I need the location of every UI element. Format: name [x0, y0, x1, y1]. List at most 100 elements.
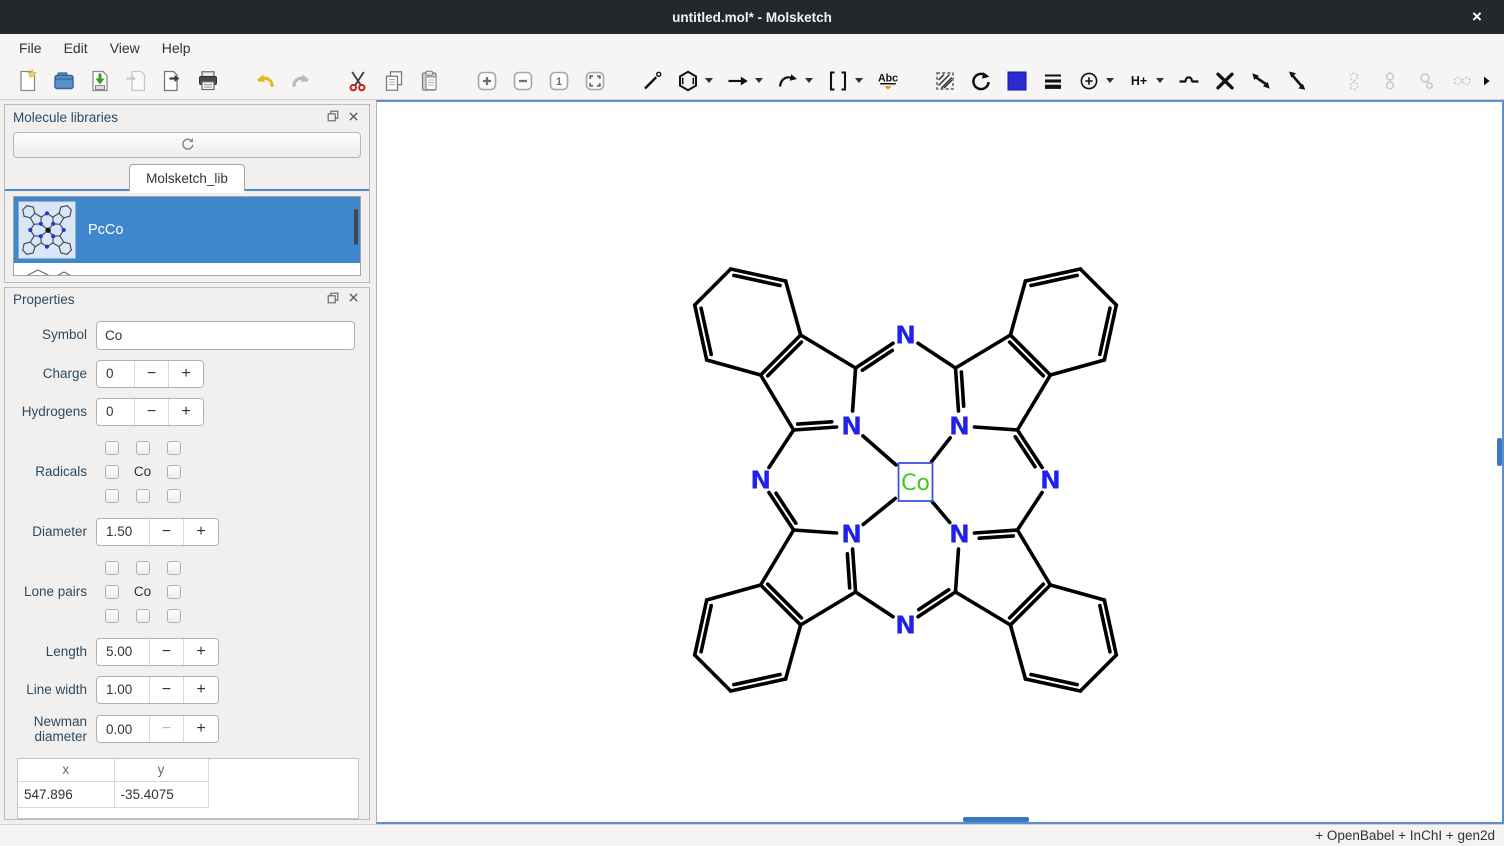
- float-properties-button[interactable]: [323, 290, 343, 308]
- lone-pair-checkbox[interactable]: [105, 609, 119, 623]
- lone-pair-button[interactable]: [1175, 67, 1202, 94]
- new-document-button[interactable]: [14, 67, 41, 94]
- drawing-canvas[interactable]: Co N N N N N N N N: [376, 100, 1504, 824]
- menu-view[interactable]: View: [99, 36, 151, 60]
- close-panel-button[interactable]: [343, 109, 363, 127]
- library-item-pcco[interactable]: PcCo: [14, 197, 360, 263]
- nitrogen-atom-label[interactable]: N: [895, 320, 916, 349]
- charge-button[interactable]: [1075, 67, 1102, 94]
- library-list[interactable]: PcCo: [13, 196, 361, 276]
- nitrogen-atom-label[interactable]: N: [895, 610, 916, 639]
- coord-y-cell[interactable]: -35.4075: [114, 782, 208, 808]
- menu-edit[interactable]: Edit: [53, 36, 99, 60]
- lone-pair-checkbox[interactable]: [136, 609, 150, 623]
- menu-file[interactable]: File: [8, 36, 53, 60]
- zoom-original-button[interactable]: 1: [545, 67, 572, 94]
- bracket-button[interactable]: [824, 67, 851, 94]
- hydrogens-value[interactable]: 0: [97, 399, 135, 425]
- cobalt-atom-label[interactable]: Co: [901, 471, 930, 496]
- hydrogen-button[interactable]: H+: [1125, 67, 1152, 94]
- flip-vertical-button[interactable]: [1283, 67, 1310, 94]
- radical-checkbox[interactable]: [136, 441, 150, 455]
- nitrogen-atom-label[interactable]: N: [949, 411, 970, 440]
- length-increment-button[interactable]: +: [184, 639, 218, 665]
- reaction-arrow-button[interactable]: [724, 67, 751, 94]
- draw-ring-dropdown[interactable]: [702, 67, 715, 94]
- close-window-button[interactable]: ×: [1460, 0, 1494, 34]
- length-decrement-button[interactable]: −: [150, 639, 184, 665]
- zoom-in-button[interactable]: [473, 67, 500, 94]
- newman-diameter-increment-button[interactable]: +: [184, 716, 218, 742]
- line-width-decrement-button[interactable]: −: [150, 677, 184, 703]
- zoom-out-button[interactable]: [509, 67, 536, 94]
- charge-decrement-button[interactable]: −: [135, 361, 169, 387]
- radical-checkbox[interactable]: [167, 441, 181, 455]
- hydrogens-decrement-button[interactable]: −: [135, 399, 169, 425]
- mechanism-arrow-button[interactable]: [774, 67, 801, 94]
- radical-checkbox[interactable]: [105, 465, 119, 479]
- close-properties-button[interactable]: [343, 290, 363, 308]
- print-button[interactable]: [194, 67, 221, 94]
- charge-dropdown[interactable]: [1103, 67, 1116, 94]
- menu-help[interactable]: Help: [151, 36, 202, 60]
- symbol-input[interactable]: [96, 321, 355, 350]
- lone-pair-checkbox[interactable]: [167, 585, 181, 599]
- nitrogen-atom-label[interactable]: N: [1040, 465, 1061, 494]
- flip-horizontal-button[interactable]: [1247, 67, 1274, 94]
- cut-button[interactable]: [344, 67, 371, 94]
- copy-button[interactable]: [380, 67, 407, 94]
- refresh-libraries-button[interactable]: [13, 132, 361, 158]
- charge-value[interactable]: 0: [97, 361, 135, 387]
- coord-x-cell[interactable]: 547.896: [18, 782, 114, 808]
- radical-checkbox[interactable]: [105, 489, 119, 503]
- rotate-button[interactable]: [967, 67, 994, 94]
- paste-button[interactable]: [416, 67, 443, 94]
- length-value[interactable]: 5.00: [97, 639, 150, 665]
- diameter-increment-button[interactable]: +: [184, 519, 218, 545]
- lone-pair-checkbox[interactable]: [105, 561, 119, 575]
- bracket-dropdown[interactable]: [852, 67, 865, 94]
- radical-checkbox[interactable]: [105, 441, 119, 455]
- float-panel-button[interactable]: [323, 109, 343, 127]
- nitrogen-atom-label[interactable]: N: [750, 465, 771, 494]
- zoom-fit-button[interactable]: [581, 67, 608, 94]
- nitrogen-atom-label[interactable]: N: [841, 411, 862, 440]
- nitrogen-atom-label[interactable]: N: [949, 519, 970, 548]
- diameter-value[interactable]: 1.50: [97, 519, 150, 545]
- redo-button[interactable]: [287, 67, 314, 94]
- hydrogen-dropdown[interactable]: [1153, 67, 1166, 94]
- draw-ring-button[interactable]: [674, 67, 701, 94]
- line-width-increment-button[interactable]: +: [184, 677, 218, 703]
- lone-pair-checkbox[interactable]: [136, 561, 150, 575]
- canvas-horizontal-scrollbar[interactable]: [963, 817, 1029, 822]
- diameter-decrement-button[interactable]: −: [150, 519, 184, 545]
- canvas-vertical-scrollbar[interactable]: [1497, 438, 1502, 466]
- lone-pair-checkbox[interactable]: [105, 585, 119, 599]
- tab-molsketch-lib[interactable]: Molsketch_lib: [129, 164, 245, 191]
- hydrogens-increment-button[interactable]: +: [169, 399, 203, 425]
- delete-button[interactable]: [1211, 67, 1238, 94]
- nitrogen-atom-label[interactable]: N: [841, 519, 862, 548]
- line-width-value[interactable]: 1.00: [97, 677, 150, 703]
- radical-checkbox[interactable]: [167, 465, 181, 479]
- radical-checkbox[interactable]: [167, 489, 181, 503]
- hatch-selection-button[interactable]: [931, 67, 958, 94]
- save-button[interactable]: [86, 67, 113, 94]
- toolbar-overflow-button[interactable]: [1476, 68, 1496, 94]
- line-width-button[interactable]: [1039, 67, 1066, 94]
- newman-diameter-value[interactable]: 0.00: [97, 716, 150, 742]
- molecule-pcco[interactable]: Co N N N N N N N N: [377, 102, 1502, 822]
- lone-pair-checkbox[interactable]: [167, 609, 181, 623]
- export-button[interactable]: [158, 67, 185, 94]
- open-folder-button[interactable]: [50, 67, 77, 94]
- charge-increment-button[interactable]: +: [169, 361, 203, 387]
- color-swatch-button[interactable]: [1003, 67, 1030, 94]
- radical-checkbox[interactable]: [136, 489, 150, 503]
- mechanism-arrow-dropdown[interactable]: [802, 67, 815, 94]
- library-scrollbar[interactable]: [354, 209, 358, 245]
- undo-button[interactable]: [251, 67, 278, 94]
- text-tool-button[interactable]: Abc: [874, 67, 901, 94]
- draw-bond-button[interactable]: [638, 67, 665, 94]
- lone-pair-checkbox[interactable]: [167, 561, 181, 575]
- reaction-arrow-dropdown[interactable]: [752, 67, 765, 94]
